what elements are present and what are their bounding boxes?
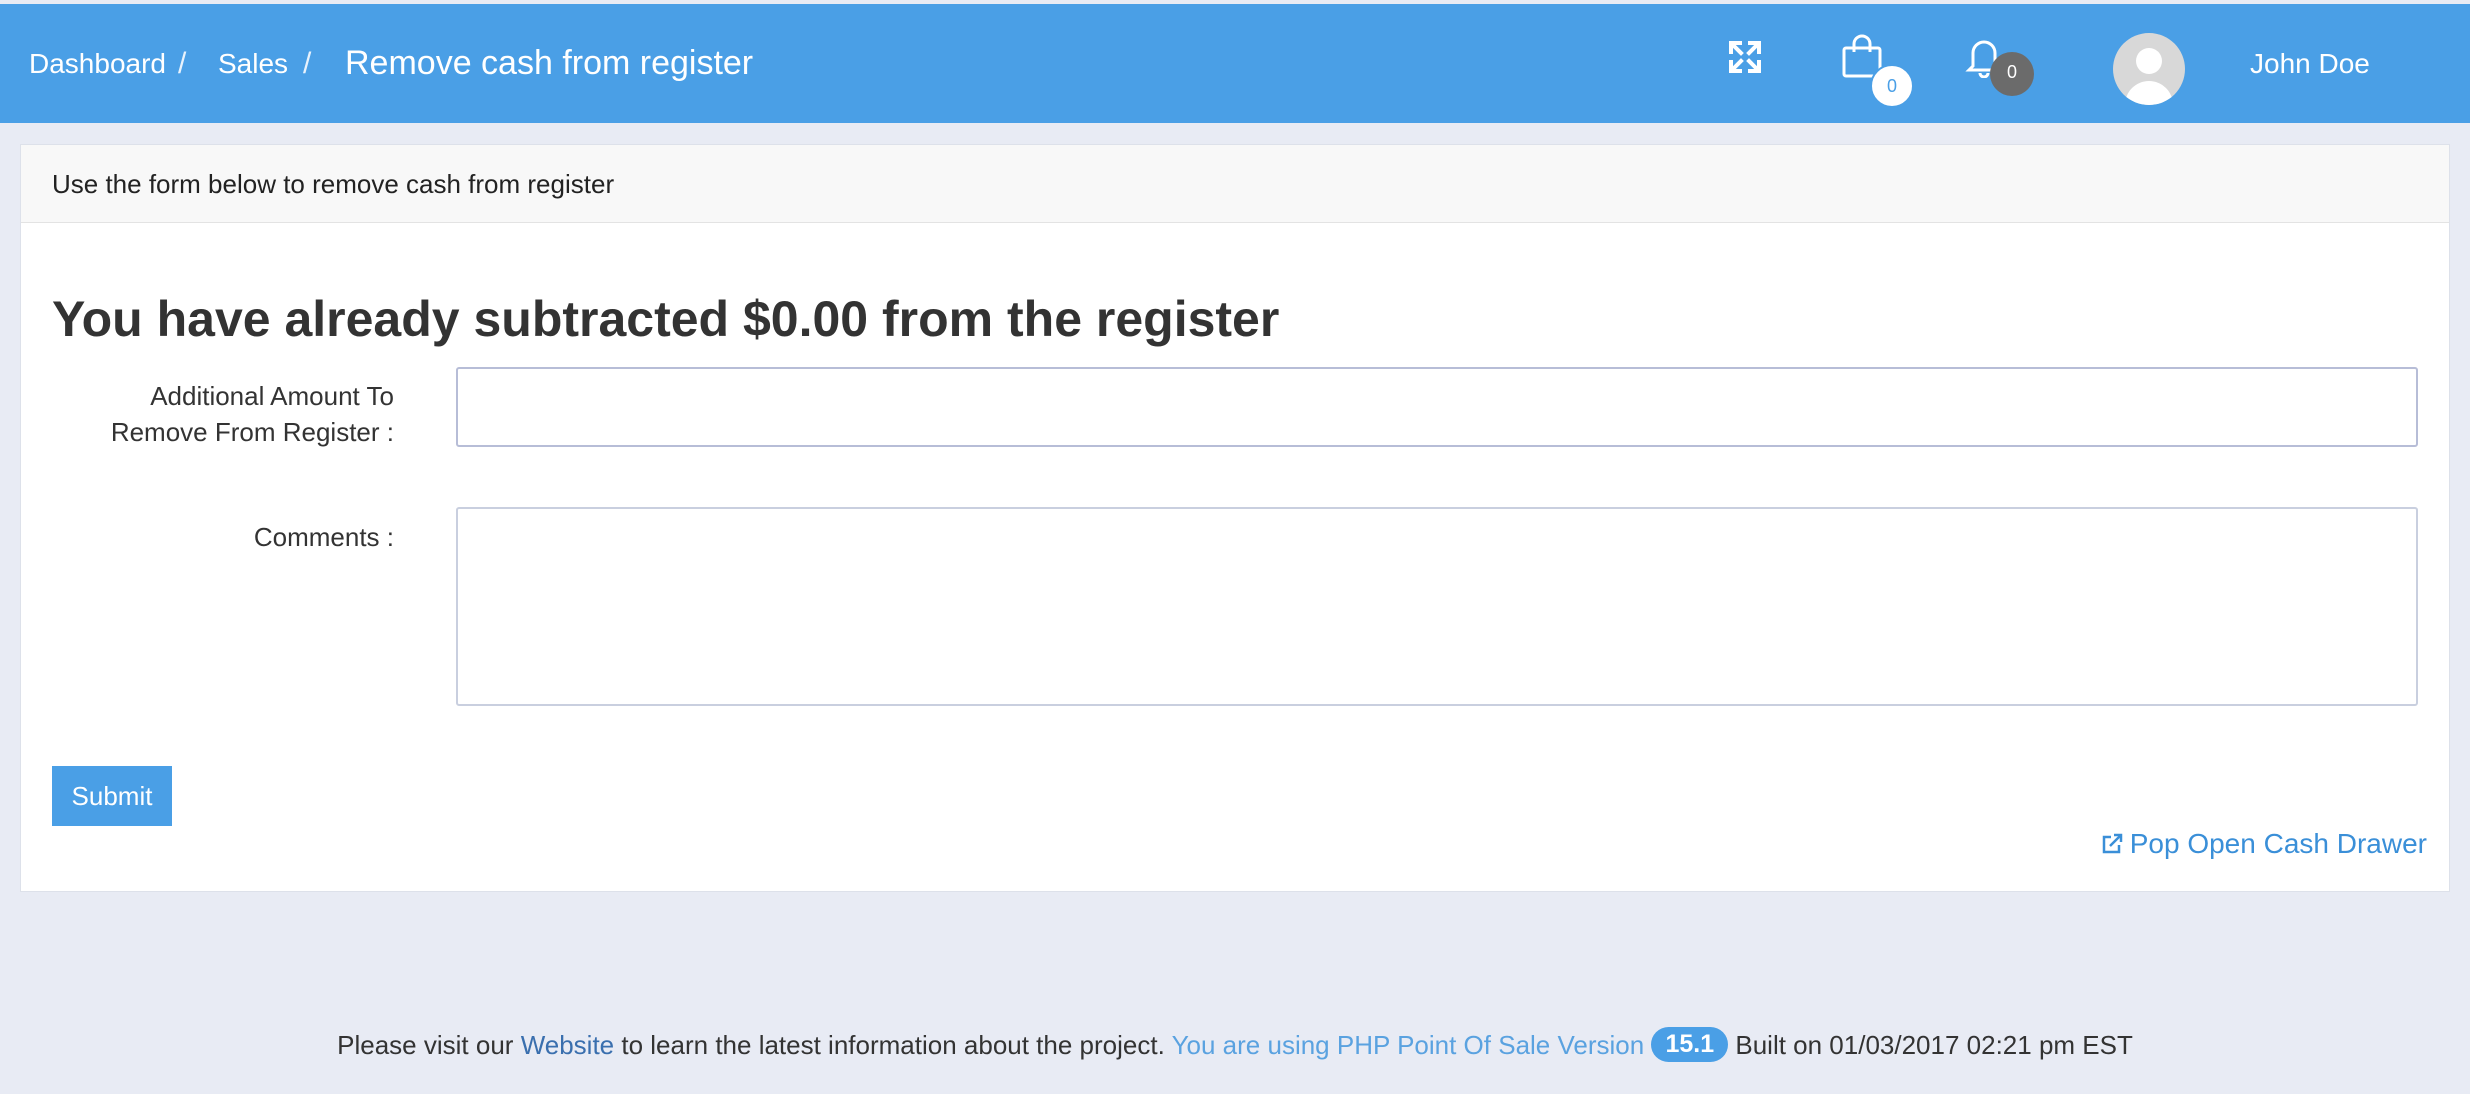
footer-text: Please visit our — [337, 1030, 514, 1060]
breadcrumb-sales[interactable]: Sales — [218, 4, 288, 123]
external-link-icon — [2102, 833, 2122, 854]
submit-button[interactable]: Submit — [52, 766, 172, 826]
breadcrumb-separator: / — [178, 47, 187, 80]
subtracted-amount-title: You have already subtracted $0.00 from t… — [52, 291, 1280, 347]
amount-label-line2: Remove From Register : — [110, 417, 394, 447]
built-date: Built on 01/03/2017 02:21 pm EST — [1735, 1030, 2133, 1060]
notification-count-badge: 0 — [1990, 52, 2034, 96]
version-badge: 15.1 — [1651, 1027, 1729, 1063]
pop-open-cash-drawer-link[interactable]: Pop Open Cash Drawer — [2100, 828, 2427, 860]
breadcrumb-dashboard[interactable]: Dashboard — [29, 4, 166, 123]
amount-label-line1: Additional Amount To — [150, 381, 394, 411]
amount-input[interactable] — [456, 367, 2418, 447]
comments-textarea[interactable] — [456, 507, 2418, 706]
website-link[interactable]: Website — [521, 1030, 614, 1060]
avatar[interactable] — [2113, 33, 2185, 105]
footer: Please visit our Website to learn the la… — [0, 1027, 2470, 1063]
user-name[interactable]: John Doe — [2250, 4, 2370, 123]
top-navbar: Dashboard / Sales / Remove cash from reg… — [0, 4, 2470, 123]
version-link[interactable]: You are using PHP Point Of Sale Version — [1172, 1030, 1645, 1060]
avatar-icon — [2125, 48, 2173, 105]
amount-label: Additional Amount To Remove From Registe… — [111, 378, 394, 450]
cart-count-badge: 0 — [1870, 64, 1914, 108]
panel-heading: Use the form below to remove cash from r… — [21, 145, 2449, 223]
cash-drawer-label: Pop Open Cash Drawer — [2129, 828, 2427, 859]
fullscreen-icon[interactable] — [1728, 40, 1762, 79]
remove-cash-panel: Use the form below to remove cash from r… — [20, 144, 2450, 892]
comments-label: Comments : — [253, 522, 394, 552]
page-title: Remove cash from register — [345, 44, 754, 82]
breadcrumb-separator: / — [303, 47, 312, 80]
footer-text: to learn the latest information about th… — [621, 1030, 1165, 1060]
